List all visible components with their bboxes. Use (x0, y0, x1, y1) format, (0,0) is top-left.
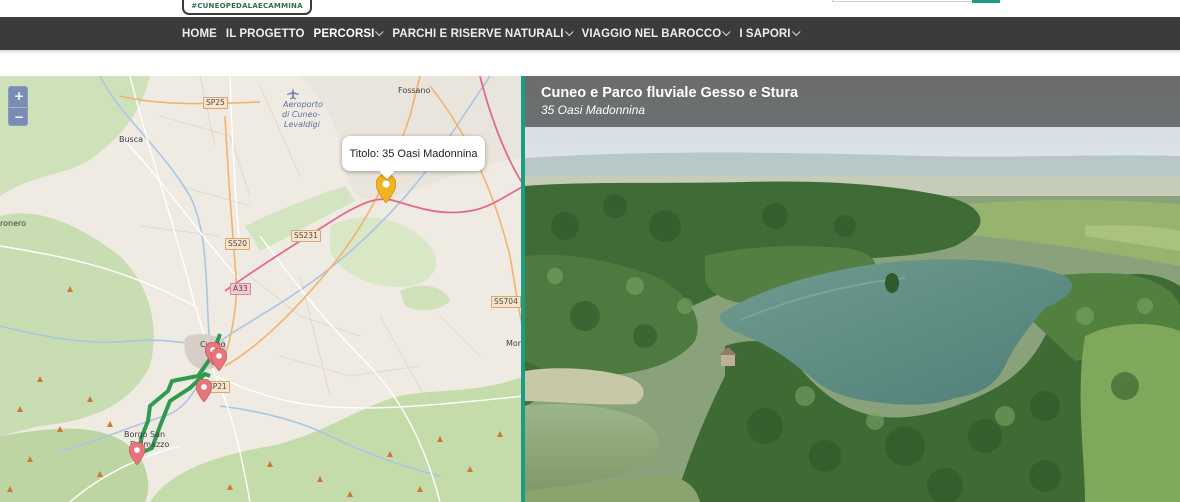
road-shield-ss20: SS20 (225, 238, 251, 250)
nav-item-label: I SAPORI (739, 27, 791, 40)
nav-item-label: VIAGGIO NEL BAROCCO (581, 27, 722, 40)
place-label-busca: Busca (119, 135, 144, 144)
nav-item-parchi[interactable]: PARCHI E RISERVE NATURALI (392, 17, 574, 50)
map-zoom-control: + − (8, 86, 28, 126)
nav-item-il-progetto[interactable]: IL PROGETTO (226, 17, 305, 50)
place-label-borgo: Borgo San (124, 430, 166, 439)
nav-item-barocco[interactable]: VIAGGIO NEL BAROCCO (582, 17, 731, 50)
nav-item-percorsi[interactable]: PERCORSI (314, 17, 384, 50)
nav-menu: HOME IL PROGETTO PERCORSI PARCHI E RISER… (182, 17, 809, 50)
photo-title: Cuneo e Parco fluviale Gesso e Stura (541, 85, 799, 101)
zoom-in-button[interactable]: + (9, 87, 27, 107)
logo-hashtag: #CUNEOPEDALAECAMMINA (191, 2, 303, 10)
place-label-fossano: Fossano (398, 86, 431, 95)
nav-item-label: IL PROGETTO (225, 27, 305, 40)
chevron-down-icon (375, 27, 384, 36)
main-navigation: HOME IL PROGETTO PERCORSI PARCHI E RISER… (0, 17, 1180, 50)
nav-item-sapori[interactable]: I SAPORI (739, 17, 801, 50)
location-photo: Cuneo e Parco fluviale Gesso e Stura 35 … (525, 76, 1180, 502)
place-label-dronero: ronero (0, 219, 27, 228)
zoom-out-button[interactable]: − (9, 107, 27, 125)
map-pin-icon[interactable] (211, 348, 227, 371)
photo-subtitle: 35 Oasi Madonnina (541, 103, 646, 117)
site-logo[interactable]: #CUNEOPEDALAECAMMINA (182, 0, 312, 15)
map-popup: Titolo: 35 Oasi Madonnina (342, 136, 485, 171)
site-header: #CUNEOPEDALAECAMMINA (0, 0, 1180, 17)
photo-caption: Cuneo e Parco fluviale Gesso e Stura 35 … (525, 76, 1180, 127)
nav-item-label: HOME (182, 27, 217, 40)
search-input[interactable] (832, 0, 973, 2)
road-shield-ss704: SS704 (491, 296, 521, 308)
chevron-down-icon (791, 27, 801, 36)
map-pin-icon[interactable] (129, 442, 145, 465)
airport-icon (287, 88, 299, 100)
nav-item-label: PERCORSI (313, 27, 375, 40)
chevron-down-icon (722, 27, 731, 36)
map-popup-text: Titolo: 35 Oasi Madonnina (349, 147, 478, 160)
road-shield-sp25: SP25 (203, 97, 228, 109)
nav-item-home[interactable]: HOME (182, 17, 217, 50)
search-button[interactable] (972, 0, 1000, 3)
place-label-aeroporto: Aeroporto (283, 100, 323, 109)
place-label-levaldigi: Levaldigi (284, 120, 320, 129)
road-shield-a33: A33 (230, 283, 251, 295)
nav-item-label: PARCHI E RISERVE NATURALI (392, 27, 564, 40)
place-label-di-cuneo: di Cuneo- (282, 110, 321, 119)
road-shield-ss231: SS231 (291, 230, 321, 242)
nav-shadow (0, 50, 1180, 54)
chevron-down-icon (564, 27, 574, 36)
aerial-lake-image (525, 76, 1180, 502)
route-map[interactable]: Fossano Aeroporto di Cuneo- Levaldigi Bu… (0, 76, 524, 502)
map-pin-icon[interactable] (196, 379, 212, 402)
